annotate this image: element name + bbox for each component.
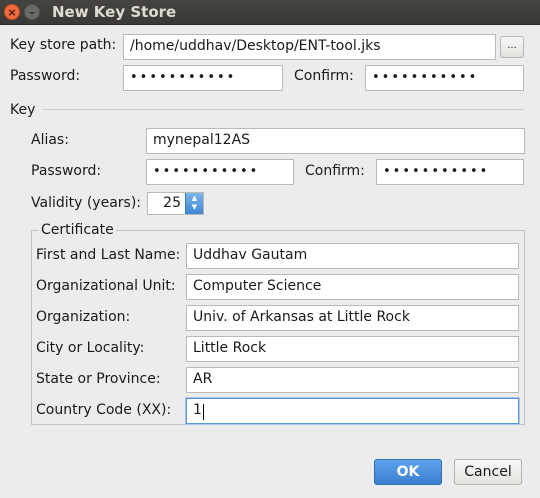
chevron-down-icon[interactable]: ▼ xyxy=(186,203,203,212)
cert-name-input[interactable]: Uddhav Gautam xyxy=(186,243,519,269)
validity-value: 25 xyxy=(163,195,181,211)
title-bar: × – New Key Store xyxy=(0,0,540,25)
browse-button[interactable]: ... xyxy=(500,36,524,58)
chevron-up-icon[interactable]: ▲ xyxy=(186,194,203,203)
cert-org-unit-input[interactable]: Computer Science xyxy=(186,274,519,300)
cert-state-input[interactable]: AR xyxy=(186,367,519,393)
cert-organization-input[interactable]: Univ. of Arkansas at Little Rock xyxy=(186,305,519,331)
keystore-password-label: Password: xyxy=(10,68,81,84)
key-confirm-input[interactable]: ••••••••••• xyxy=(376,159,524,185)
keystore-path-label: Key store path: xyxy=(10,37,117,53)
ok-button[interactable]: OK xyxy=(374,459,442,485)
minimize-icon[interactable]: – xyxy=(24,4,40,20)
cert-label-city: City or Locality: xyxy=(36,340,145,356)
keystore-confirm-input[interactable]: ••••••••••• xyxy=(365,65,524,91)
validity-label: Validity (years): xyxy=(31,195,142,211)
text-caret xyxy=(203,404,204,420)
cert-label-country: Country Code (XX): xyxy=(36,402,172,418)
spinner-arrows[interactable]: ▲ ▼ xyxy=(185,193,203,214)
country-code-value: 1 xyxy=(193,402,202,418)
cert-label-name: First and Last Name: xyxy=(36,247,181,263)
validity-spinner[interactable]: 25 ▲ ▼ xyxy=(147,192,204,215)
certificate-section-label: Certificate xyxy=(39,222,116,238)
alias-label: Alias: xyxy=(31,132,69,148)
key-separator xyxy=(42,109,524,110)
cancel-button[interactable]: Cancel xyxy=(454,459,522,485)
alias-input[interactable]: mynepal12AS xyxy=(146,128,525,154)
key-section-label: Key xyxy=(10,102,36,118)
keystore-password-input[interactable]: ••••••••••• xyxy=(123,65,283,91)
keystore-path-input[interactable]: /home/uddhav/Desktop/ENT-tool.jks xyxy=(123,34,496,60)
cert-label-org-unit: Organizational Unit: xyxy=(36,278,176,294)
key-password-label: Password: xyxy=(31,163,102,179)
cert-country-input[interactable]: 1 xyxy=(186,398,519,424)
key-password-input[interactable]: ••••••••••• xyxy=(146,159,294,185)
keystore-confirm-label: Confirm: xyxy=(294,68,354,84)
window-title: New Key Store xyxy=(52,3,177,21)
cert-label-organization: Organization: xyxy=(36,309,131,325)
new-key-store-dialog: × – New Key Store Key store path: /home/… xyxy=(0,0,540,498)
close-icon[interactable]: × xyxy=(4,4,20,20)
cert-label-state: State or Province: xyxy=(36,371,161,387)
cert-city-input[interactable]: Little Rock xyxy=(186,336,519,362)
key-confirm-label: Confirm: xyxy=(305,163,365,179)
